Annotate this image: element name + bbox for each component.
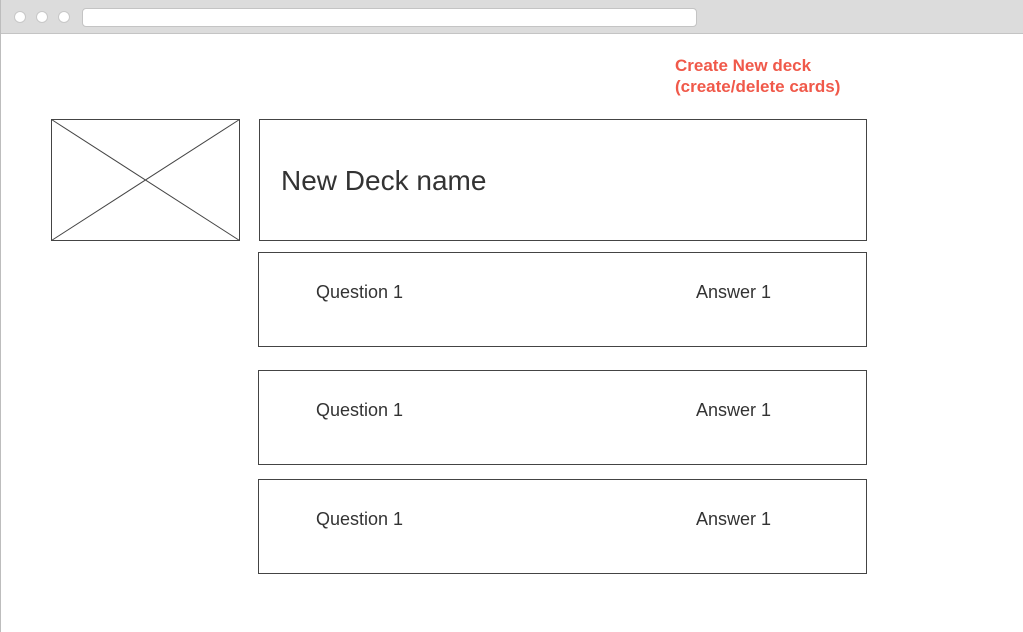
card-answer[interactable]: Answer 1 xyxy=(696,282,771,303)
card-answer[interactable]: Answer 1 xyxy=(696,400,771,421)
card-row[interactable]: Question 1 Answer 1 xyxy=(258,370,867,465)
deck-name-field[interactable]: New Deck name xyxy=(259,119,867,241)
card-row[interactable]: Question 1 Answer 1 xyxy=(258,252,867,347)
browser-titlebar xyxy=(1,0,1023,34)
deck-image-placeholder[interactable] xyxy=(51,119,240,241)
annotation-line-2: (create/delete cards) xyxy=(675,77,841,96)
card-question[interactable]: Question 1 xyxy=(316,282,403,303)
maximize-window-button[interactable] xyxy=(58,11,70,23)
minimize-window-button[interactable] xyxy=(36,11,48,23)
deck-name-text: New Deck name xyxy=(281,165,487,196)
card-question[interactable]: Question 1 xyxy=(316,400,403,421)
close-window-button[interactable] xyxy=(14,11,26,23)
wireframe-annotation: Create New deck (create/delete cards) xyxy=(675,55,840,97)
card-answer[interactable]: Answer 1 xyxy=(696,509,771,530)
image-placeholder-icon xyxy=(51,119,240,241)
browser-window: Create New deck (create/delete cards) Ne… xyxy=(0,0,1023,632)
card-question[interactable]: Question 1 xyxy=(316,509,403,530)
address-bar[interactable] xyxy=(82,8,697,27)
annotation-line-1: Create New deck xyxy=(675,56,812,75)
card-row[interactable]: Question 1 Answer 1 xyxy=(258,479,867,574)
